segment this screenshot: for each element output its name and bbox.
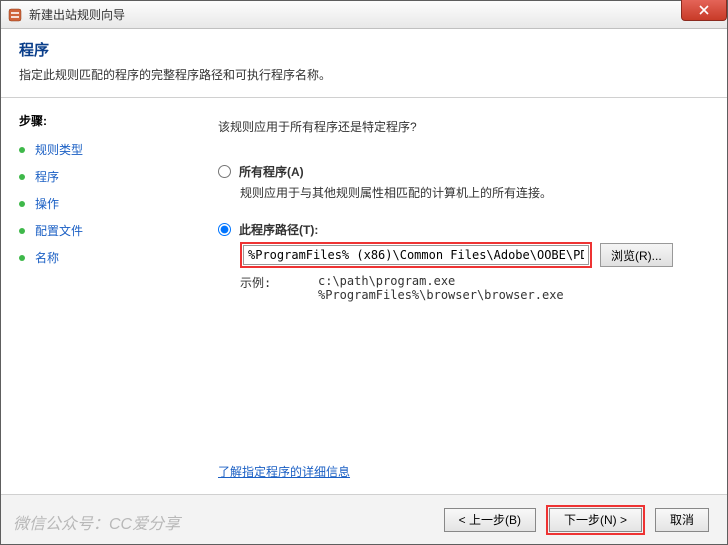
header-section: 程序 指定此规则匹配的程序的完整程序路径和可执行程序名称。 xyxy=(1,29,727,98)
next-button[interactable]: 下一步(N) > xyxy=(549,508,642,532)
watermark-text: 微信公众号：CC爱分享 xyxy=(13,510,180,534)
example-path-2: %ProgramFiles%\browser\browser.exe xyxy=(318,288,564,302)
app-icon xyxy=(7,7,23,23)
main-panel: 该规则应用于所有程序还是特定程序? 所有程序(A) 规则应用于与其他规则属性相匹… xyxy=(196,98,727,494)
bullet-icon xyxy=(19,228,25,234)
bullet-icon xyxy=(19,201,25,207)
step-label: 规则类型 xyxy=(35,141,83,158)
program-path-input[interactable] xyxy=(243,245,589,265)
step-action[interactable]: 操作 xyxy=(19,195,186,212)
radio-group-all: 所有程序(A) 规则应用于与其他规则属性相匹配的计算机上的所有连接。 xyxy=(218,163,705,201)
sidebar: 步骤: 规则类型 程序 操作 配置文件 名称 xyxy=(1,98,196,494)
step-label: 配置文件 xyxy=(35,222,83,239)
step-label: 程序 xyxy=(35,168,59,185)
content-area: 步骤: 规则类型 程序 操作 配置文件 名称 该规则应用 xyxy=(1,98,727,494)
radio-group-path: 此程序路径(T): 浏览(R)... 示例: c:\path\program.e… xyxy=(218,221,705,302)
radio-all-label: 所有程序(A) xyxy=(239,165,304,179)
step-label: 操作 xyxy=(35,195,59,212)
example-label: 示例: xyxy=(240,274,318,302)
page-title: 程序 xyxy=(19,39,709,60)
radio-all-desc: 规则应用于与其他规则属性相匹配的计算机上的所有连接。 xyxy=(240,184,705,201)
example-paths: c:\path\program.exe %ProgramFiles%\brows… xyxy=(318,274,564,302)
cancel-button[interactable]: 取消 xyxy=(655,508,709,532)
bullet-icon xyxy=(19,174,25,180)
page-subtitle: 指定此规则匹配的程序的完整程序路径和可执行程序名称。 xyxy=(19,66,709,83)
step-rule-type[interactable]: 规则类型 xyxy=(19,141,186,158)
example-path-1: c:\path\program.exe xyxy=(318,274,564,288)
steps-heading: 步骤: xyxy=(19,112,186,129)
window-title: 新建出站规则向导 xyxy=(29,6,125,23)
step-profile[interactable]: 配置文件 xyxy=(19,222,186,239)
learn-more-link[interactable]: 了解指定程序的详细信息 xyxy=(218,463,350,480)
step-label: 名称 xyxy=(35,249,59,266)
browse-button[interactable]: 浏览(R)... xyxy=(600,243,673,267)
radio-program-path[interactable] xyxy=(218,223,231,236)
bullet-icon xyxy=(19,255,25,261)
step-program[interactable]: 程序 xyxy=(19,168,186,185)
titlebar: 新建出站规则向导 xyxy=(1,1,727,29)
step-name[interactable]: 名称 xyxy=(19,249,186,266)
bullet-icon xyxy=(19,147,25,153)
radio-path-label: 此程序路径(T): xyxy=(239,223,318,237)
footer: < 上一步(B) 下一步(N) > 取消 微信公众号：CC爱分享 xyxy=(1,494,727,544)
close-button[interactable] xyxy=(681,0,727,21)
wizard-window: 新建出站规则向导 程序 指定此规则匹配的程序的完整程序路径和可执行程序名称。 步… xyxy=(0,0,728,545)
back-button[interactable]: < 上一步(B) xyxy=(444,508,536,532)
radio-all-programs[interactable] xyxy=(218,165,231,178)
question-text: 该规则应用于所有程序还是特定程序? xyxy=(218,118,705,135)
path-highlight-box xyxy=(240,242,592,268)
next-highlight-box: 下一步(N) > xyxy=(546,505,645,535)
